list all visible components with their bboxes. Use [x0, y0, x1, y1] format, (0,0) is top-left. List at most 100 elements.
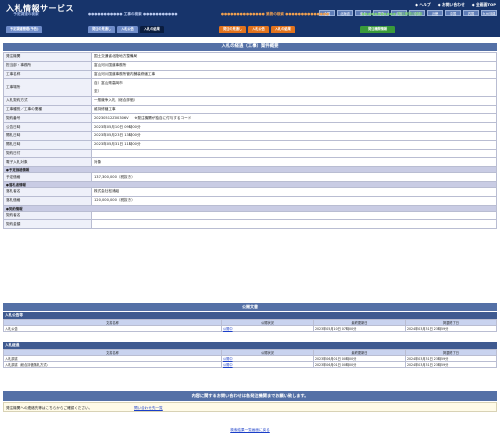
location-from: 自）富山県高岡市	[94, 81, 123, 86]
row-value: 2023年05月23日 13時00分	[91, 130, 497, 141]
row-label: 契約番号	[3, 113, 92, 124]
row-label: 予定価格	[3, 172, 92, 182]
progress-docs-title: 入札経過	[3, 342, 497, 349]
row-value: 137,300,000（税抜き）	[91, 172, 497, 182]
row-value: 2023年05月31日 11時00分	[91, 139, 497, 150]
row-value: 2023年05月10日 09時00分	[91, 122, 497, 132]
tab-agency-info[interactable]: 発注機関情報	[360, 26, 396, 33]
tab-service-outlook[interactable]: 発注の見通し	[219, 26, 247, 33]
detail-row: 開札日時 2023年05月23日 13時00分	[3, 130, 497, 141]
row-value: 維持修繕工事	[91, 104, 497, 115]
detail-row: 契約金額	[3, 219, 497, 230]
row-label: 契約者名	[3, 210, 92, 221]
category-planned: 予定調達の検索	[6, 12, 46, 22]
row-value: 120,000,000（税抜き）	[91, 195, 497, 206]
row-label: 工事場所	[3, 78, 92, 97]
category-service-title: ●●●●●●●●●●●●●● 業務の検索 ●●●●●●●●●●●●●●	[220, 12, 330, 16]
doc-name: 入札公告	[3, 325, 222, 332]
row-value: 対象	[91, 157, 497, 168]
tab-service-results[interactable]: 入札の結果	[270, 26, 295, 33]
tabs-planned: 予定調達管理(予告)	[6, 26, 43, 33]
announce-docs-title: 入札公告等	[3, 312, 497, 319]
tab-planned-announce[interactable]: 予定調達管理(予告)	[6, 26, 43, 33]
row-label: 発注機関	[3, 52, 92, 62]
progress-docs-table: 文書名称 公開状況 最終更新日 掲載終了日 入札調書 公開中 2023年06月0…	[3, 349, 497, 368]
region-tab-kyushu[interactable]: 九州沖縄	[481, 10, 497, 16]
detail-row: 担当部・事務所 富山河川国道事務所	[3, 60, 497, 71]
detail-row: 発注機関 国土交通省北陸地方整備局	[3, 52, 497, 62]
detail-row: 契約日付	[3, 148, 497, 159]
table-row: 入札調書（総合評価落札方式） 公開中 2023年06月01日 00時00分 20…	[3, 361, 497, 368]
contact-text: 発注機関への連絡先等はこちらからご確認ください。	[6, 406, 93, 410]
doc-updated: 2023年05月10日 07時00分	[313, 325, 406, 332]
detail-row: 工事名称 富山河川国道事務所管内舗装修繕工事	[3, 69, 497, 80]
category-construction: ●●●●●●●●●●● 工事の検索 ●●●●●●●●●●●	[88, 12, 178, 22]
row-value	[91, 148, 497, 159]
row-label: 工事名称	[3, 69, 92, 80]
detail-row: 契約者名	[3, 210, 497, 221]
row-value: 一般競争入札（総合評価）	[91, 95, 497, 106]
detail-row: 落札者名 株式会社松浦組	[3, 186, 497, 197]
contact-link[interactable]: ◆ お問い合わせ	[438, 2, 465, 8]
location-to: 至）	[94, 89, 102, 94]
row-label: 入札契約方式	[3, 95, 92, 106]
row-value: 株式会社松浦組	[91, 186, 497, 197]
category-service: ●●●●●●●●●●●●●● 業務の検索 ●●●●●●●●●●●●●●	[219, 12, 331, 22]
site-header: 入札情報サービス ◆ ヘルプ ◆ お問い合わせ ◆ 全画面TOP 全国 北海道 …	[0, 0, 500, 37]
row-value: 20230512Z00306V ※発注機関が独自に付与するコード	[91, 113, 497, 124]
doc-end: 2024年03月31日 23時59分	[405, 361, 497, 368]
row-value	[91, 219, 497, 230]
tabs-service: 発注の見通し 入札公告 入札の結果	[219, 26, 295, 33]
row-value: 富山河川国道事務所管内舗装修繕工事	[91, 69, 497, 80]
detail-row: 工事種別／工事の業種 維持修繕工事	[3, 104, 497, 115]
category-planned-title: 予定調達の検索	[13, 12, 39, 16]
contact-list-link[interactable]: 問い合わせ先一覧	[134, 403, 163, 413]
detail-row: 落札価格 120,000,000（税抜き）	[3, 195, 497, 206]
contact-row: 発注機関への連絡先等はこちらからご確認ください。 問い合わせ先一覧	[3, 402, 497, 412]
detail-row: 予定価格 137,300,000（税抜き）	[3, 172, 497, 182]
detail-title: 入札の経過（工事）案件概要	[3, 43, 497, 51]
row-label: 公告日時	[3, 122, 92, 132]
row-value	[91, 210, 497, 221]
table-row: 入札公告 公開中 2023年05月10日 07時00分 2024年03月31日 …	[3, 325, 497, 332]
row-value: 国土交通省北陸地方整備局	[91, 52, 497, 62]
detail-row: 開札日時 2023年05月31日 11時00分	[3, 139, 497, 150]
category-agency-title: ●●●●●●●●●●● 発注機関の検索	[361, 12, 423, 16]
doc-status-link[interactable]: 公開中	[221, 361, 314, 368]
row-label: 契約日付	[3, 148, 92, 159]
row-label: 担当部・事務所	[3, 60, 92, 71]
tabs-agency: 発注機関情報	[360, 26, 396, 33]
row-value: 富山河川国道事務所	[91, 60, 497, 71]
contract-number: 20230512Z00306V	[94, 115, 129, 120]
category-construction-title: ●●●●●●●●●●● 工事の検索 ●●●●●●●●●●●	[88, 12, 178, 16]
tab-construction-results[interactable]: 入札の結果	[139, 26, 164, 33]
row-label: 契約金額	[3, 219, 92, 230]
top-links: ◆ ヘルプ ◆ お問い合わせ ◆ 全画面TOP	[415, 2, 496, 8]
contract-number-note: ※発注機関が独自に付与するコード	[134, 115, 192, 120]
row-label: 落札価格	[3, 195, 92, 206]
documents-title: 公開文書	[3, 303, 497, 311]
detail-table: 発注機関 国土交通省北陸地方整備局 担当部・事務所 富山河川国道事務所 工事名称…	[3, 52, 497, 230]
detail-row: 契約番号 20230512Z00306V ※発注機関が独自に付与するコード	[3, 113, 497, 124]
region-tab-chugoku[interactable]: 中国	[445, 10, 461, 16]
row-label: 開札日時	[3, 130, 92, 141]
tab-construction-announce[interactable]: 入札公告	[117, 26, 138, 33]
detail-row: 工事場所 自）富山県高岡市 至）	[3, 78, 497, 97]
row-value: 自）富山県高岡市 至）	[91, 78, 497, 97]
doc-name: 入札調書（総合評価落札方式）	[3, 361, 222, 368]
help-link[interactable]: ◆ ヘルプ	[415, 2, 431, 8]
region-tab-shikoku[interactable]: 四国	[463, 10, 479, 16]
row-label: 落札者名	[3, 186, 92, 197]
row-label: 工事種別／工事の業種	[3, 104, 92, 115]
home-link[interactable]: ◆ 全画面TOP	[472, 2, 496, 8]
row-label: 電子入札対象	[3, 157, 92, 168]
doc-status-link[interactable]: 公開中	[221, 325, 314, 332]
back-link-wrap: 検索結果一覧画面に戻る	[0, 428, 500, 433]
tab-construction-outlook[interactable]: 発注の見通し	[88, 26, 116, 33]
contact-notice: 内容に関するお問い合わせは各発注機関までお願い致します。	[3, 391, 497, 401]
doc-updated: 2023年06月01日 00時00分	[313, 361, 406, 368]
tab-service-announce[interactable]: 入札公告	[248, 26, 269, 33]
category-agency: ●●●●●●●●●●● 発注機関の検索	[347, 12, 437, 22]
back-to-results-link[interactable]: 検索結果一覧画面に戻る	[230, 428, 270, 432]
row-label: 開札日時	[3, 139, 92, 150]
